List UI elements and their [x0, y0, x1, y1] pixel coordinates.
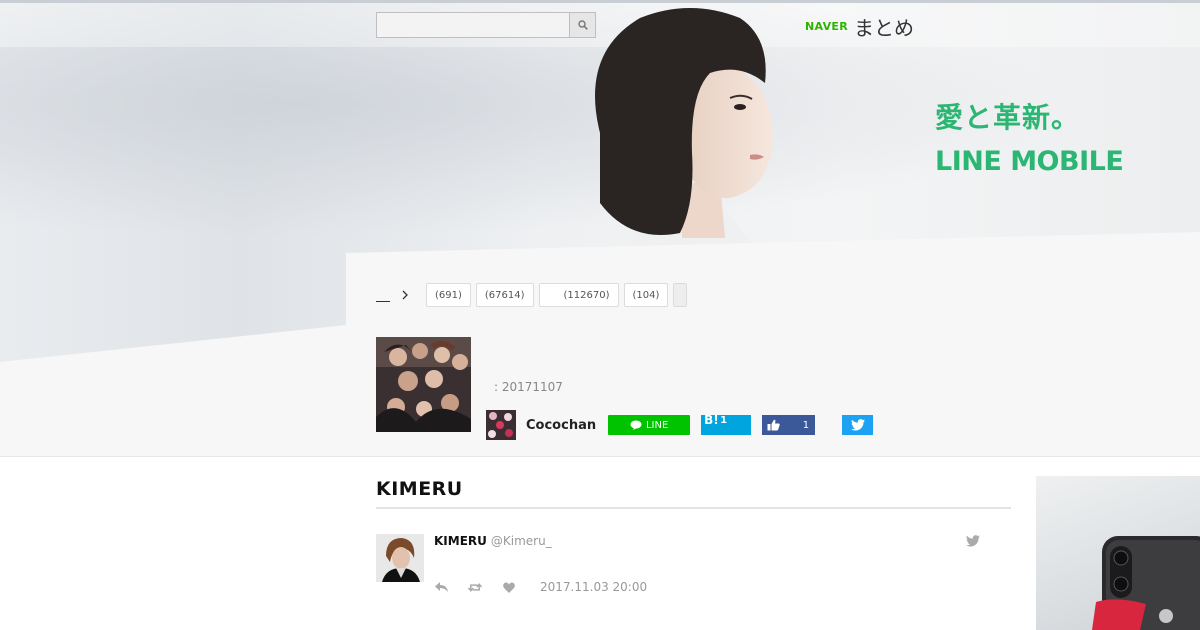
heart-icon[interactable] [502, 580, 516, 594]
ad-copy[interactable]: 愛と革新。 LINE MOBILE [935, 96, 1124, 177]
logo-brand: NAVER [805, 20, 848, 33]
retweet-icon[interactable] [468, 580, 482, 594]
breadcrumb: (691) (67614) (112670) (104) [376, 283, 688, 307]
tweet-header: KIMERU @Kimeru_ [434, 534, 552, 548]
line-share-label: LINE [645, 419, 669, 431]
ad-brand: LINE MOBILE [935, 146, 1124, 177]
tweet-button[interactable] [842, 415, 874, 435]
author-name[interactable]: Cocochan [526, 418, 596, 433]
twitter-bird-icon[interactable] [966, 534, 980, 548]
site-logo[interactable]: NAVER まとめ [805, 12, 914, 41]
line-icon [630, 420, 642, 430]
tweet-author-handle[interactable]: @Kimeru_ [491, 534, 552, 548]
author-share-row: Cocochan LINE B! 1 1 [486, 410, 874, 440]
tweet-actions: 2017.11.03 20:00 [434, 580, 647, 594]
author-avatar[interactable] [486, 410, 516, 440]
chevron-right-icon [399, 289, 411, 301]
side-ad-image[interactable] [1036, 476, 1200, 630]
logo-service: まとめ [853, 16, 914, 40]
category-chip-more[interactable] [673, 283, 688, 307]
twitter-bird-icon [850, 419, 865, 431]
ad-tagline: 愛と革新。 [935, 101, 1081, 134]
article-date: : 20171107 [494, 380, 563, 394]
category-chip[interactable]: (112670) [538, 283, 619, 307]
search-bar [376, 12, 596, 38]
search-icon [577, 20, 588, 30]
thumbs-up-icon [767, 419, 780, 431]
tweet-author-name[interactable]: KIMERU [434, 534, 487, 548]
article-thumbnail [376, 337, 471, 432]
category-chip[interactable]: (691) [426, 283, 471, 307]
line-share-button[interactable]: LINE [608, 415, 691, 435]
category-chip[interactable]: (67614) [475, 283, 534, 307]
category-chip[interactable]: (104) [623, 283, 669, 307]
section-heading: KIMERU [376, 478, 463, 500]
content-panel-background [0, 232, 1200, 456]
hero-banner [0, 0, 1200, 456]
facebook-like-button[interactable]: 1 [762, 415, 816, 435]
main-content [0, 456, 1200, 630]
like-count: 1 [802, 419, 810, 431]
section-divider [376, 507, 1011, 509]
tweet-timestamp[interactable]: 2017.11.03 20:00 [540, 580, 647, 594]
breadcrumb-home[interactable] [376, 288, 390, 302]
search-input[interactable] [376, 12, 570, 38]
tweet-avatar[interactable] [376, 534, 424, 582]
reply-icon[interactable] [434, 580, 448, 594]
hatena-count: 1 [720, 415, 728, 426]
search-button[interactable] [570, 12, 596, 38]
hatena-bookmark-button[interactable]: B! 1 [701, 413, 752, 435]
hatena-icon: B! [704, 413, 719, 427]
